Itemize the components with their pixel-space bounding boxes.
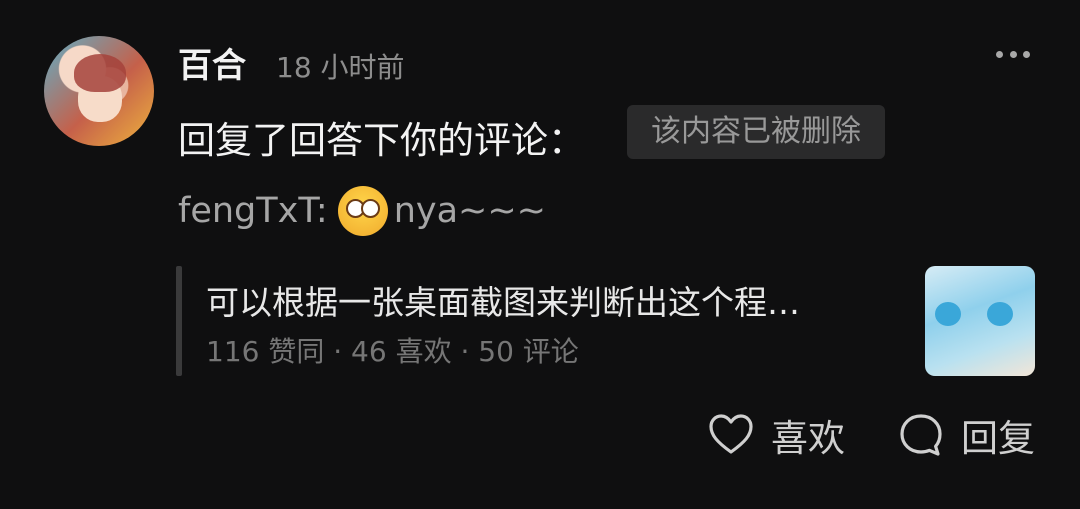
referenced-answer-title[interactable]: 可以根据一张桌面截图来判断出这个程…	[206, 276, 800, 324]
woozy-face-emoji-icon	[337, 186, 388, 236]
username[interactable]: 百合	[178, 38, 246, 87]
reply-button[interactable]: 回复	[897, 408, 1035, 462]
comment-bubble-icon	[900, 414, 942, 456]
like-button[interactable]: 喜欢	[707, 408, 845, 462]
deleted-content-notice: 该内容已被删除	[627, 105, 885, 159]
reply-text: 回复了回答下你的评论：	[178, 119, 585, 162]
reply-label: 回复	[961, 417, 1035, 460]
quote-author: fengTxT:	[178, 191, 328, 231]
referenced-answer-thumbnail[interactable]	[925, 266, 1035, 376]
user-avatar[interactable]	[44, 36, 154, 146]
heart-outline-icon	[709, 414, 753, 454]
reference-divider	[176, 266, 182, 376]
quoted-comment: fengTxT: nya~~~	[178, 186, 546, 236]
like-label: 喜欢	[771, 417, 845, 460]
more-options-icon[interactable]	[996, 44, 1030, 64]
referenced-answer-stats: 116 赞同 · 46 喜欢 · 50 评论	[206, 335, 579, 368]
quote-text: nya~~~	[393, 191, 547, 231]
timestamp: 18 小时前	[276, 51, 405, 84]
